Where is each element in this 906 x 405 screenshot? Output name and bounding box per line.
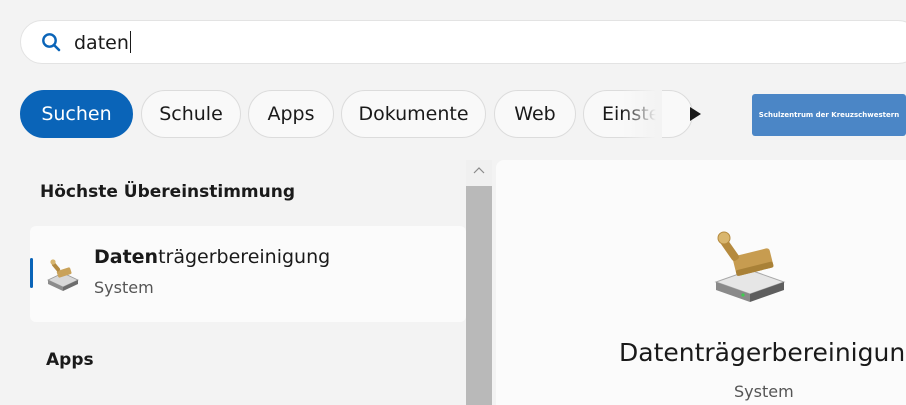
preview-panel: Datenträgerbereinigung System	[496, 160, 906, 405]
best-match-subtitle: System	[94, 278, 154, 297]
best-match-result[interactable]: Datenträgerbereinigung System	[30, 226, 466, 322]
search-window: daten Suchen Schule Apps Dokumente Web E…	[0, 0, 906, 405]
best-match-title: Datenträgerbereinigung	[94, 246, 330, 268]
chevron-up-icon[interactable]	[470, 162, 488, 180]
search-icon	[42, 33, 61, 52]
play-icon[interactable]	[686, 105, 704, 123]
apps-heading: Apps	[46, 350, 94, 370]
search-box[interactable]: daten	[20, 20, 906, 64]
tab-dokumente[interactable]: Dokumente	[341, 90, 486, 138]
selection-indicator	[30, 258, 33, 288]
tab-suchen[interactable]: Suchen	[20, 90, 133, 138]
tab-web[interactable]: Web	[494, 90, 576, 138]
chip-overflow-fade	[622, 90, 662, 138]
results-list: Höchste Übereinstimmung Datenträgerberei…	[30, 160, 466, 405]
organization-badge[interactable]: Schulzentrum der Kreuzschwestern	[752, 94, 906, 136]
title-rest-text: trägerbereinigung	[158, 246, 331, 268]
tab-apps[interactable]: Apps	[248, 90, 334, 138]
search-query-text: daten	[74, 32, 129, 54]
best-match-heading: Höchste Übereinstimmung	[40, 182, 295, 202]
text-caret	[129, 31, 131, 53]
title-match-text: Daten	[94, 246, 159, 268]
preview-subtitle: System	[734, 382, 794, 401]
preview-title: Datenträgerbereinigung	[619, 338, 906, 367]
filter-bar: Suchen Schule Apps Dokumente Web Einste …	[0, 90, 906, 140]
results-scrollbar[interactable]	[466, 160, 492, 405]
scroll-thumb[interactable]	[466, 186, 492, 405]
tab-schule[interactable]: Schule	[141, 90, 241, 138]
search-input[interactable]: daten	[74, 30, 131, 56]
disk-cleanup-icon	[714, 231, 786, 302]
disk-cleanup-icon	[47, 259, 79, 291]
